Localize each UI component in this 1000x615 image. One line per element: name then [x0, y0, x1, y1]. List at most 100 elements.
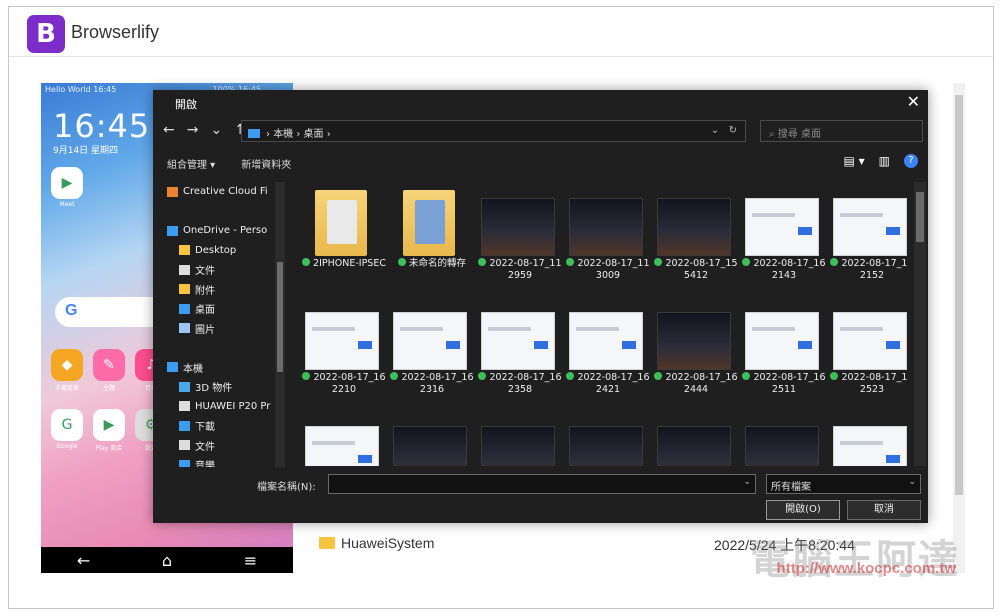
phone-nav-bar: ← ⌂ ≡: [41, 547, 293, 573]
thumbnail-detail: [752, 327, 796, 331]
file-item[interactable]: 2022-08-17_162143: [741, 186, 826, 286]
file-item[interactable]: 2022-08-17_155412: [653, 186, 738, 286]
file-item[interactable]: 2022-08-17_162358: [477, 300, 562, 400]
sidebar-item[interactable]: 下載: [161, 416, 281, 436]
file-item[interactable]: [477, 414, 559, 466]
sidebar-item[interactable]: [161, 338, 281, 358]
new-folder-button[interactable]: 新增資料夾: [241, 156, 291, 171]
file-item[interactable]: 2022-08-17_162511: [741, 300, 826, 400]
image-thumbnail: [569, 312, 643, 370]
file-item[interactable]: 2022-08-17_162444: [653, 300, 738, 400]
file-item[interactable]: [301, 414, 383, 466]
sidebar-item-label: 圖片: [195, 324, 215, 336]
file-grid-scrollbar-thumb[interactable]: [916, 192, 924, 242]
file-item[interactable]: 2IPHONE-IPSEC: [301, 186, 386, 286]
file-item[interactable]: [829, 414, 907, 466]
breadcrumb-desktop[interactable]: 桌面: [304, 129, 324, 140]
address-bar[interactable]: › 本機 › 桌面 › ⌄ ↻: [241, 120, 746, 142]
folder-icon: [315, 190, 367, 256]
sidebar-item[interactable]: 桌面: [161, 299, 281, 319]
forward-arrow-icon[interactable]: →: [187, 122, 199, 138]
phone-clock: 16:45: [53, 107, 151, 145]
refresh-icon[interactable]: ⌄ ↻: [711, 125, 737, 136]
view-options-icon[interactable]: ▤ ▾: [843, 154, 864, 168]
preview-pane-icon[interactable]: ▥: [879, 154, 890, 168]
sidebar-item[interactable]: OneDrive - Perso: [161, 221, 281, 241]
navigation-scrollbar-thumb[interactable]: [277, 262, 283, 372]
thumbnail-detail: [534, 341, 548, 349]
folder-icon: [167, 186, 178, 197]
file-item[interactable]: [389, 414, 471, 466]
chevron-down-icon[interactable]: ⌄: [908, 477, 916, 487]
sidebar-item[interactable]: 圖片: [161, 319, 281, 339]
recent-dropdown-icon[interactable]: ⌄: [210, 122, 222, 138]
file-item[interactable]: 未命名的轉存: [389, 186, 471, 286]
file-item[interactable]: 2022-08-17_162316: [389, 300, 474, 400]
page-scrollbar[interactable]: [953, 83, 965, 573]
file-item[interactable]: [741, 414, 823, 466]
sidebar-item[interactable]: HUAWEI P20 Pr: [161, 397, 281, 417]
app-icon-1[interactable]: ◆: [51, 349, 83, 381]
open-button[interactable]: 開啟(O): [766, 500, 840, 520]
image-thumbnail: [745, 198, 819, 256]
close-icon[interactable]: ✕: [907, 92, 920, 111]
image-thumbnail: [657, 198, 731, 256]
organize-button[interactable]: 組合管理 ▾: [167, 156, 215, 171]
file-item[interactable]: 2022-08-17_162421: [565, 300, 650, 400]
home-icon[interactable]: ⌂: [162, 551, 172, 570]
filetype-select[interactable]: 所有檔案 ⌄: [766, 474, 921, 494]
sidebar-item[interactable]: 文件: [161, 260, 281, 280]
folder-icon: [179, 401, 190, 412]
app-label: 主題: [102, 385, 115, 392]
app-icon-4[interactable]: G: [51, 409, 83, 441]
cancel-button[interactable]: 取消: [847, 500, 921, 520]
back-arrow-icon[interactable]: ←: [163, 122, 175, 138]
help-icon[interactable]: ?: [904, 154, 918, 168]
file-name-text: 2IPHONE-IPSEC: [313, 258, 386, 269]
file-item[interactable]: 2022-08-17_112959: [477, 186, 562, 286]
search-input[interactable]: ⌕ 搜尋 桌面: [760, 120, 923, 142]
file-name: 2022-08-17_162511: [741, 372, 827, 396]
navigation-scrollbar[interactable]: [275, 182, 285, 467]
file-item[interactable]: [653, 414, 735, 466]
thumbnail-detail: [358, 455, 372, 463]
sidebar-item[interactable]: 附件: [161, 280, 281, 300]
file-grid-scrollbar[interactable]: [914, 182, 926, 466]
menu-icon[interactable]: ≡: [244, 551, 257, 570]
breadcrumb-this-pc[interactable]: 本機: [273, 129, 293, 140]
phone-status-left: Hello World 16:45: [45, 85, 117, 94]
background-file-row[interactable]: HuaweiSystem: [319, 535, 434, 551]
filename-input[interactable]: ⌄: [328, 474, 756, 494]
thumbnail-detail: [886, 227, 900, 235]
image-thumbnail: [833, 426, 907, 466]
app-label: 手機管家: [54, 385, 79, 392]
folder-icon: [167, 206, 178, 216]
search-placeholder: 搜尋 桌面: [777, 129, 821, 140]
sync-status-icon: [397, 258, 406, 266]
file-item[interactable]: 2022-08-17_162523: [829, 300, 907, 400]
sidebar-item[interactable]: 本機: [161, 358, 281, 378]
app-icon-2[interactable]: ✎: [93, 349, 125, 381]
thumbnail-detail: [576, 327, 620, 331]
sidebar-item[interactable]: [161, 202, 281, 222]
sidebar-item[interactable]: Desktop: [161, 241, 281, 261]
image-thumbnail: [481, 426, 555, 466]
sync-status-icon: [830, 258, 839, 266]
sidebar-item[interactable]: Creative Cloud Fi: [161, 182, 281, 202]
sidebar-item[interactable]: 音樂: [161, 455, 281, 467]
watermark-url: http://www.kocpc.com.tw: [776, 560, 956, 577]
file-item[interactable]: 2022-08-17_162210: [301, 300, 386, 400]
back-icon[interactable]: ←: [77, 551, 90, 570]
app-icon-5[interactable]: ▶: [93, 409, 125, 441]
chevron-down-icon[interactable]: ⌄: [743, 477, 751, 487]
file-item[interactable]: [565, 414, 647, 466]
file-item[interactable]: 2022-08-17_113009: [565, 186, 650, 286]
sync-status-icon: [654, 372, 663, 380]
image-thumbnail: [393, 312, 467, 370]
sidebar-item[interactable]: 文件: [161, 436, 281, 456]
file-name-text: 2022-08-17_162210: [313, 372, 386, 395]
sidebar-item[interactable]: 3D 物件: [161, 377, 281, 397]
page-scrollbar-thumb[interactable]: [955, 95, 963, 495]
file-item[interactable]: 2022-08-17_162152: [829, 186, 907, 286]
app-icon-0[interactable]: ▶: [51, 167, 83, 199]
